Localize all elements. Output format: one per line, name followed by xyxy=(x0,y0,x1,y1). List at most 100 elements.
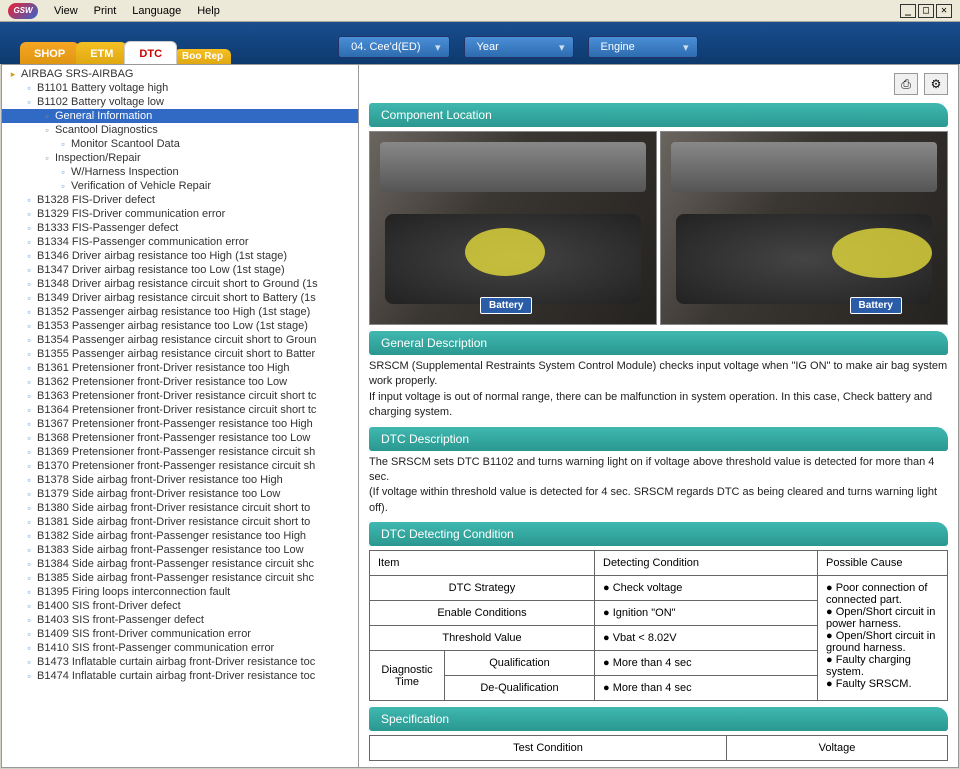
tree-node-label: B1369 Pretensioner front-Passenger resis… xyxy=(37,446,315,458)
tab-etm[interactable]: ETM xyxy=(76,42,127,64)
filter-engine[interactable]: Engine xyxy=(588,36,698,58)
tree-node[interactable]: ▫B1333 FIS-Passenger defect xyxy=(2,221,358,235)
tree-node[interactable]: ▫B1382 Side airbag front-Passenger resis… xyxy=(2,529,358,543)
tree-node[interactable]: ▫B1385 Side airbag front-Passenger resis… xyxy=(2,571,358,585)
tree-node[interactable]: ▫B1381 Side airbag front-Driver resistan… xyxy=(2,515,358,529)
tree-node[interactable]: ▫B1353 Passenger airbag resistance too L… xyxy=(2,319,358,333)
maximize-button[interactable]: □ xyxy=(918,4,934,18)
tree-node[interactable]: ▫B1102 Battery voltage low xyxy=(2,95,358,109)
battery-label: Battery xyxy=(850,297,902,314)
dtc-tree[interactable]: ▸AIRBAG SRS-AIRBAG▫B1101 Battery voltage… xyxy=(2,65,359,767)
cond-strategy-val: Check voltage xyxy=(595,576,818,601)
tree-node-label: AIRBAG SRS-AIRBAG xyxy=(21,68,133,80)
tree-node[interactable]: ▫B1380 Side airbag front-Driver resistan… xyxy=(2,501,358,515)
menu-view[interactable]: View xyxy=(54,5,78,17)
document-icon: ▫ xyxy=(58,139,68,149)
close-button[interactable]: ✕ xyxy=(936,4,952,18)
filter-year[interactable]: Year xyxy=(464,36,574,58)
tree-node-label: Verification of Vehicle Repair xyxy=(71,180,211,192)
tree-node[interactable]: ▫B1369 Pretensioner front-Passenger resi… xyxy=(2,445,358,459)
document-icon: ▫ xyxy=(24,573,34,583)
tree-node[interactable]: ▸AIRBAG SRS-AIRBAG xyxy=(2,67,358,81)
tab-shop[interactable]: SHOP xyxy=(20,42,79,64)
tree-node[interactable]: ▫B1346 Driver airbag resistance too High… xyxy=(2,249,358,263)
tree-node[interactable]: ▫B1347 Driver airbag resistance too Low … xyxy=(2,263,358,277)
tree-node-label: B1349 Driver airbag resistance circuit s… xyxy=(37,292,316,304)
toolbar-button-1[interactable]: ⎙ xyxy=(894,73,918,95)
tree-node-label: W/Harness Inspection xyxy=(71,166,179,178)
tree-node[interactable]: ▫B1354 Passenger airbag resistance circu… xyxy=(2,333,358,347)
menu-help[interactable]: Help xyxy=(197,5,220,17)
tree-node[interactable]: ▫W/Harness Inspection xyxy=(2,165,358,179)
tree-node[interactable]: ▫B1349 Driver airbag resistance circuit … xyxy=(2,291,358,305)
tree-node[interactable]: ▫B1367 Pretensioner front-Passenger resi… xyxy=(2,417,358,431)
document-icon: ▫ xyxy=(24,307,34,317)
tree-node-label: B1333 FIS-Passenger defect xyxy=(37,222,178,234)
tree-node[interactable]: ▫B1410 SIS front-Passenger communication… xyxy=(2,641,358,655)
tree-node-label: B1346 Driver airbag resistance too High … xyxy=(37,250,287,262)
cond-diagtime-label: Diagnostic Time xyxy=(370,651,445,701)
filter-model[interactable]: 04. Cee'd(ED) xyxy=(338,36,449,58)
spec-h-voltage: Voltage xyxy=(726,736,947,761)
tree-node[interactable]: ▫B1363 Pretensioner front-Driver resista… xyxy=(2,389,358,403)
tree-node[interactable]: ▫B1328 FIS-Driver defect xyxy=(2,193,358,207)
tree-node-label: B1352 Passenger airbag resistance too Hi… xyxy=(37,306,310,318)
tree-node-label: B1328 FIS-Driver defect xyxy=(37,194,155,206)
tree-node[interactable]: ▫Inspection/Repair xyxy=(2,151,358,165)
document-icon: ▫ xyxy=(24,363,34,373)
tree-node-label: B1384 Side airbag front-Passenger resist… xyxy=(37,558,314,570)
document-icon: ▫ xyxy=(24,601,34,611)
tree-node[interactable]: ▫B1368 Pretensioner front-Passenger resi… xyxy=(2,431,358,445)
tree-node[interactable]: ▫B1329 FIS-Driver communication error xyxy=(2,207,358,221)
tree-node[interactable]: ▫B1400 SIS front-Driver defect xyxy=(2,599,358,613)
tree-node[interactable]: ▫B1395 Firing loops interconnection faul… xyxy=(2,585,358,599)
tree-node-label: B1363 Pretensioner front-Driver resistan… xyxy=(37,390,316,402)
document-icon: ▫ xyxy=(24,657,34,667)
tree-node[interactable]: ▫B1403 SIS front-Passenger defect xyxy=(2,613,358,627)
minimize-button[interactable]: _ xyxy=(900,4,916,18)
tree-node[interactable]: ▫Scantool Diagnostics xyxy=(2,123,358,137)
menu-print[interactable]: Print xyxy=(94,5,117,17)
tree-node-label: B1367 Pretensioner front-Passenger resis… xyxy=(37,418,313,430)
document-icon: ▫ xyxy=(24,671,34,681)
content-area: ▸AIRBAG SRS-AIRBAG▫B1101 Battery voltage… xyxy=(1,64,959,768)
tree-node[interactable]: ▫General Information xyxy=(2,109,358,123)
tree-node[interactable]: ▫B1383 Side airbag front-Passenger resis… xyxy=(2,543,358,557)
engine-image-2: Battery xyxy=(660,131,948,325)
tree-node-label: B1368 Pretensioner front-Passenger resis… xyxy=(37,432,310,444)
dtc-description-text: The SRSCM sets DTC B1102 and turns warni… xyxy=(369,455,948,517)
tree-node[interactable]: ▫B1370 Pretensioner front-Passenger resi… xyxy=(2,459,358,473)
document-icon: ▫ xyxy=(24,293,34,303)
tab-dtc[interactable]: DTC xyxy=(124,41,177,64)
page-icon: ▫ xyxy=(42,125,52,135)
filter-bar: 04. Cee'd(ED) Year Engine xyxy=(338,36,697,64)
tree-node[interactable]: ▫B1474 Inflatable curtain airbag front-D… xyxy=(2,669,358,683)
tree-node[interactable]: ▫B1473 Inflatable curtain airbag front-D… xyxy=(2,655,358,669)
tree-node[interactable]: ▫B1101 Battery voltage high xyxy=(2,81,358,95)
tree-node-label: General Information xyxy=(55,110,152,122)
tree-node[interactable]: ▫B1334 FIS-Passenger communication error xyxy=(2,235,358,249)
tab-boorepl[interactable]: Boo Rep xyxy=(174,49,231,64)
tree-node[interactable]: ▫B1348 Driver airbag resistance circuit … xyxy=(2,277,358,291)
document-icon: ▫ xyxy=(24,97,34,107)
tree-node[interactable]: ▫Verification of Vehicle Repair xyxy=(2,179,358,193)
tree-node[interactable]: ▫B1364 Pretensioner front-Driver resista… xyxy=(2,403,358,417)
tree-node[interactable]: ▫B1355 Passenger airbag resistance circu… xyxy=(2,347,358,361)
tree-node[interactable]: ▫Monitor Scantool Data xyxy=(2,137,358,151)
cond-h-item: Item xyxy=(370,551,595,576)
tree-node-label: B1362 Pretensioner front-Driver resistan… xyxy=(37,376,287,388)
tree-node[interactable]: ▫B1361 Pretensioner front-Driver resista… xyxy=(2,361,358,375)
document-icon: ▫ xyxy=(24,615,34,625)
tree-node[interactable]: ▫B1352 Passenger airbag resistance too H… xyxy=(2,305,358,319)
tree-node[interactable]: ▫B1362 Pretensioner front-Driver resista… xyxy=(2,375,358,389)
tree-node[interactable]: ▫B1384 Side airbag front-Passenger resis… xyxy=(2,557,358,571)
main-panel[interactable]: ⎙ ⚙ Component Location Battery Battery G… xyxy=(359,65,958,767)
tree-node[interactable]: ▫B1378 Side airbag front-Driver resistan… xyxy=(2,473,358,487)
tree-node-label: B1381 Side airbag front-Driver resistanc… xyxy=(37,516,310,528)
tree-node[interactable]: ▫B1409 SIS front-Driver communication er… xyxy=(2,627,358,641)
toolbar-button-2[interactable]: ⚙ xyxy=(924,73,948,95)
document-icon: ▫ xyxy=(24,237,34,247)
tree-node[interactable]: ▫B1379 Side airbag front-Driver resistan… xyxy=(2,487,358,501)
menu-language[interactable]: Language xyxy=(132,5,181,17)
spec-h-condition: Test Condition xyxy=(370,736,727,761)
